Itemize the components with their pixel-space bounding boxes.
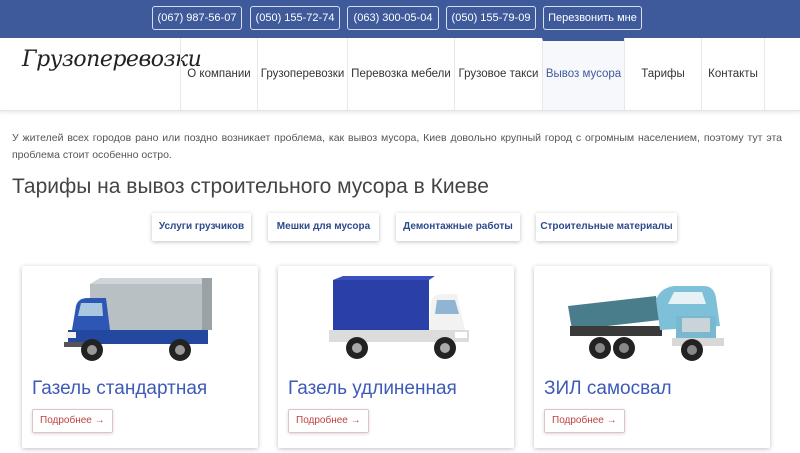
tariff-card-3[interactable]: ЗИЛ самосвал Подробнее → [534,266,770,448]
nav-item-waste-removal[interactable]: Вывоз мусора [542,38,624,110]
intro-paragraph: У жителей всех городов рано или поздно в… [12,132,782,161]
nav-item-furniture[interactable]: Перевозка мебели [347,38,454,110]
card-title[interactable]: Газель удлиненная [288,378,457,400]
nav-item-cargo-taxi[interactable]: Грузовое такси [454,38,542,110]
tariff-card-2[interactable]: Газель удлиненная Подробнее → [278,266,514,448]
pill-materials[interactable]: Строительные материалы [536,213,677,241]
tariff-card-1[interactable]: Газель стандартная Подробнее → [22,266,258,448]
pill-demolition[interactable]: Демонтажные работы [396,213,520,241]
pill-bags[interactable]: Мешки для мусора [268,213,379,241]
more-button[interactable]: Подробнее → [32,409,113,433]
site-logo[interactable]: Грузоперевозки [22,47,202,72]
phone-button-2[interactable]: (050) 155-72-74 [250,6,340,30]
more-button[interactable]: Подробнее → [544,409,625,433]
phone-button-1[interactable]: (067) 987-56-07 [152,6,242,30]
pill-loaders[interactable]: Услуги грузчиков [152,213,251,241]
page-title: Тарифы на вывоз строительного мусора в К… [12,175,489,198]
more-button[interactable]: Подробнее → [288,409,369,433]
callback-button[interactable]: Перезвонить мне [543,6,642,30]
card-title[interactable]: Газель стандартная [32,378,207,400]
nav-item-freight[interactable]: Грузоперевозки [257,38,347,110]
phone-button-4[interactable]: (050) 155-79-09 [446,6,536,30]
nav-item-tariffs[interactable]: Тарифы [624,38,701,110]
card-title[interactable]: ЗИЛ самосвал [544,378,672,400]
long-gazelle-truck-image [329,276,469,359]
phone-button-3[interactable]: (063) 300-05-04 [347,6,439,30]
gazelle-truck-image [64,278,212,361]
nav-item-contacts[interactable]: Контакты [701,38,765,110]
zil-dump-truck-image [568,286,724,361]
nav-item-about[interactable]: О компании [180,38,257,110]
